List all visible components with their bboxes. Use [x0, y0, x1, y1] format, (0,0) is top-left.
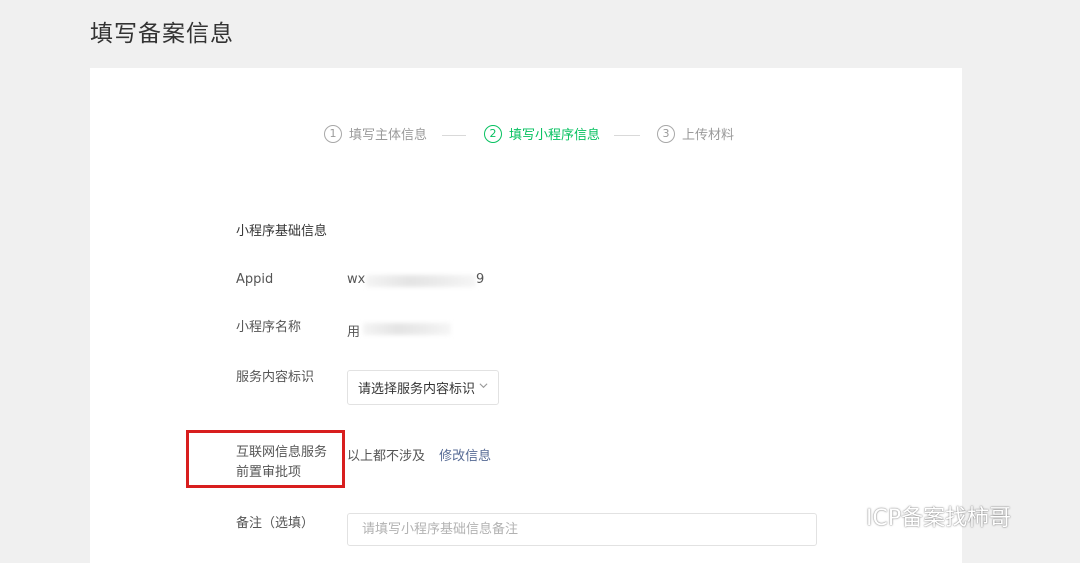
step-number-3: 3	[657, 124, 675, 143]
step-divider-1	[442, 135, 466, 136]
stepper: 1 填写主体信息 2 填写小程序信息 3 上传材料	[0, 124, 1080, 146]
appid-redaction	[366, 275, 476, 287]
pre-approval-value: 以上都不涉及	[347, 449, 426, 464]
step-2: 2 填写小程序信息	[484, 124, 600, 143]
name-label: 小程序名称	[236, 320, 302, 335]
chevron-down-icon	[479, 383, 488, 389]
edit-info-link[interactable]: 修改信息	[439, 449, 491, 464]
highlight-box	[186, 430, 345, 488]
appid-prefix: wx	[347, 272, 366, 287]
pre-approval-value-row: 以上都不涉及 修改信息	[347, 445, 491, 464]
appid-label: Appid	[236, 272, 274, 287]
step-1: 1 填写主体信息	[324, 124, 427, 143]
step-3: 3 上传材料	[657, 124, 734, 143]
watermark: ICP备案找柿哥	[818, 500, 1011, 532]
remark-label: 备注（选填）	[236, 516, 315, 531]
step-number-1: 1	[324, 124, 342, 143]
service-tag-label: 服务内容标识	[236, 370, 315, 385]
wechat-icon	[820, 503, 857, 530]
service-tag-selected: 请选择服务内容标识	[358, 382, 476, 397]
watermark-text: ICP备案找柿哥	[866, 506, 1012, 531]
page-title: 填写备案信息	[90, 21, 234, 47]
page: 填写备案信息 1 填写主体信息 2 填写小程序信息 3 上传材料 小程序基础信息…	[0, 0, 1080, 563]
appid-suffix: 9	[476, 272, 485, 287]
step-label-3: 上传材料	[682, 128, 735, 143]
step-divider-2	[614, 135, 640, 136]
appid-value: wx	[347, 272, 365, 287]
name-value: 用	[347, 325, 361, 340]
section-title: 小程序基础信息	[236, 224, 328, 239]
step-label-2: 填写小程序信息	[509, 128, 601, 143]
step-number-2: 2	[484, 124, 502, 143]
step-label-1: 填写主体信息	[349, 128, 428, 143]
service-tag-select[interactable]: 请选择服务内容标识	[347, 370, 499, 405]
name-redaction	[363, 323, 451, 335]
remark-input[interactable]	[347, 513, 817, 546]
